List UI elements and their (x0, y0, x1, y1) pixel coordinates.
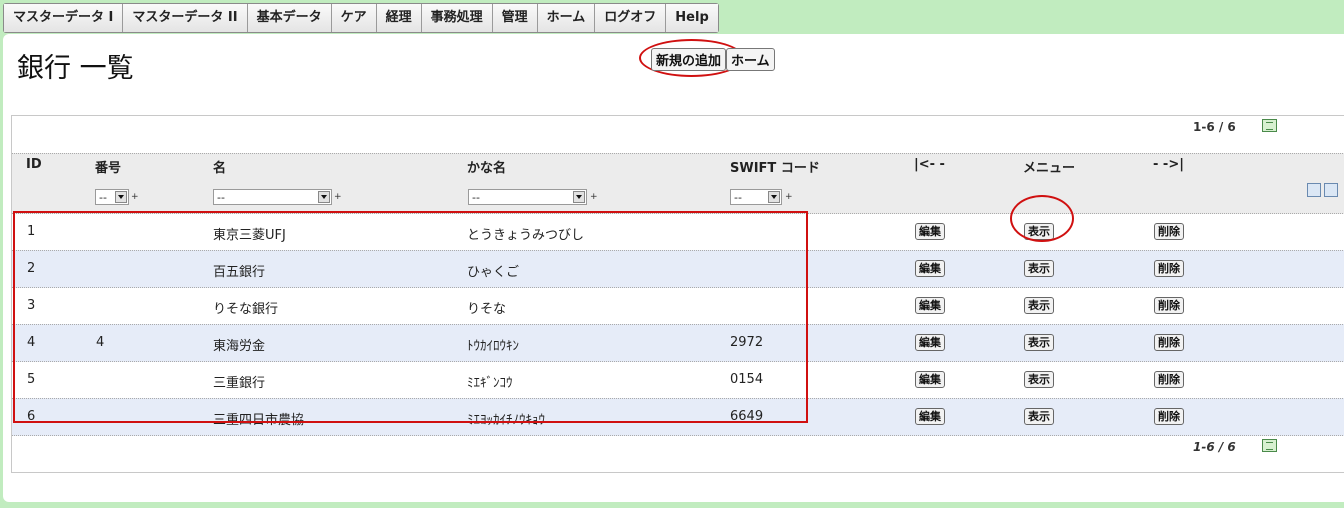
plus-icon[interactable]: + (131, 192, 139, 202)
table-header: ID 番号 名 かな名 SWIFT コード |<- - メニュー - ->| -… (12, 153, 1344, 214)
col-swift[interactable]: SWIFT コード (730, 157, 820, 176)
delete-button[interactable]: 削除 (1154, 334, 1184, 351)
col-kana[interactable]: かな名 (467, 157, 506, 176)
col-id[interactable]: ID (26, 157, 42, 172)
delete-button[interactable]: 削除 (1154, 260, 1184, 277)
delete-button[interactable]: 削除 (1154, 223, 1184, 240)
chevron-down-icon (768, 191, 780, 203)
menu-accounting[interactable]: 経理 (376, 4, 422, 32)
col-menu-right[interactable]: - ->| (1153, 157, 1184, 172)
top-buttons: 新規の追加 ホーム (651, 48, 775, 71)
chevron-down-icon (115, 191, 127, 203)
excel-export-icon[interactable] (1262, 439, 1277, 452)
main-menu: マスターデータ I マスターデータ II 基本データ ケア 経理 事務処理 管理… (3, 3, 719, 33)
home-button[interactable]: ホーム (726, 48, 775, 71)
page-title: 銀行 一覧 (17, 53, 134, 84)
menu-logoff[interactable]: ログオフ (595, 4, 667, 32)
pager-bottom: 1-6 / 6 (1193, 440, 1236, 454)
menu-help[interactable]: Help (666, 4, 718, 32)
view-button[interactable]: 表示 (1024, 371, 1054, 388)
col-number[interactable]: 番号 (95, 157, 121, 176)
annotation-box-rows (13, 211, 808, 423)
refresh-icon[interactable] (1307, 183, 1321, 197)
menu-master-data-1[interactable]: マスターデータ I (4, 4, 124, 32)
col-menu-left[interactable]: |<- - (914, 157, 945, 172)
edit-button[interactable]: 編集 (915, 223, 945, 240)
menu-home[interactable]: ホーム (537, 4, 596, 32)
view-button[interactable]: 表示 (1024, 297, 1054, 314)
excel-export-icon[interactable] (1262, 119, 1277, 132)
col-menu: メニュー (1023, 161, 1076, 176)
menu-master-data-2[interactable]: マスターデータ II (123, 4, 248, 32)
edit-button[interactable]: 編集 (915, 371, 945, 388)
list-view-icon[interactable] (1324, 183, 1338, 197)
filter-name[interactable]: -- (213, 189, 332, 205)
pager-top: 1-6 / 6 (1193, 120, 1236, 134)
menu-office[interactable]: 事務処理 (421, 4, 493, 32)
plus-icon[interactable]: + (334, 192, 342, 202)
chevron-down-icon (318, 191, 330, 203)
chevron-down-icon (573, 191, 585, 203)
table-footer-line (12, 435, 1344, 436)
edit-button[interactable]: 編集 (915, 408, 945, 425)
view-button[interactable]: 表示 (1024, 408, 1054, 425)
delete-button[interactable]: 削除 (1154, 371, 1184, 388)
menu-care[interactable]: ケア (331, 4, 377, 32)
edit-button[interactable]: 編集 (915, 260, 945, 277)
grid-tools (1304, 182, 1338, 201)
menu-basic-data[interactable]: 基本データ (247, 4, 332, 32)
add-new-button[interactable]: 新規の追加 (651, 48, 727, 71)
delete-button[interactable]: 削除 (1154, 297, 1184, 314)
plus-icon[interactable]: + (590, 192, 598, 202)
menu-admin[interactable]: 管理 (492, 4, 538, 32)
edit-button[interactable]: 編集 (915, 334, 945, 351)
annotation-circle-view (1010, 195, 1074, 242)
col-name[interactable]: 名 (213, 157, 226, 176)
filter-kana[interactable]: -- (468, 189, 587, 205)
filter-number[interactable]: -- (95, 189, 129, 205)
plus-icon[interactable]: + (785, 192, 793, 202)
edit-button[interactable]: 編集 (915, 297, 945, 314)
view-button[interactable]: 表示 (1024, 260, 1054, 277)
filter-swift[interactable]: -- (730, 189, 782, 205)
view-button[interactable]: 表示 (1024, 334, 1054, 351)
delete-button[interactable]: 削除 (1154, 408, 1184, 425)
